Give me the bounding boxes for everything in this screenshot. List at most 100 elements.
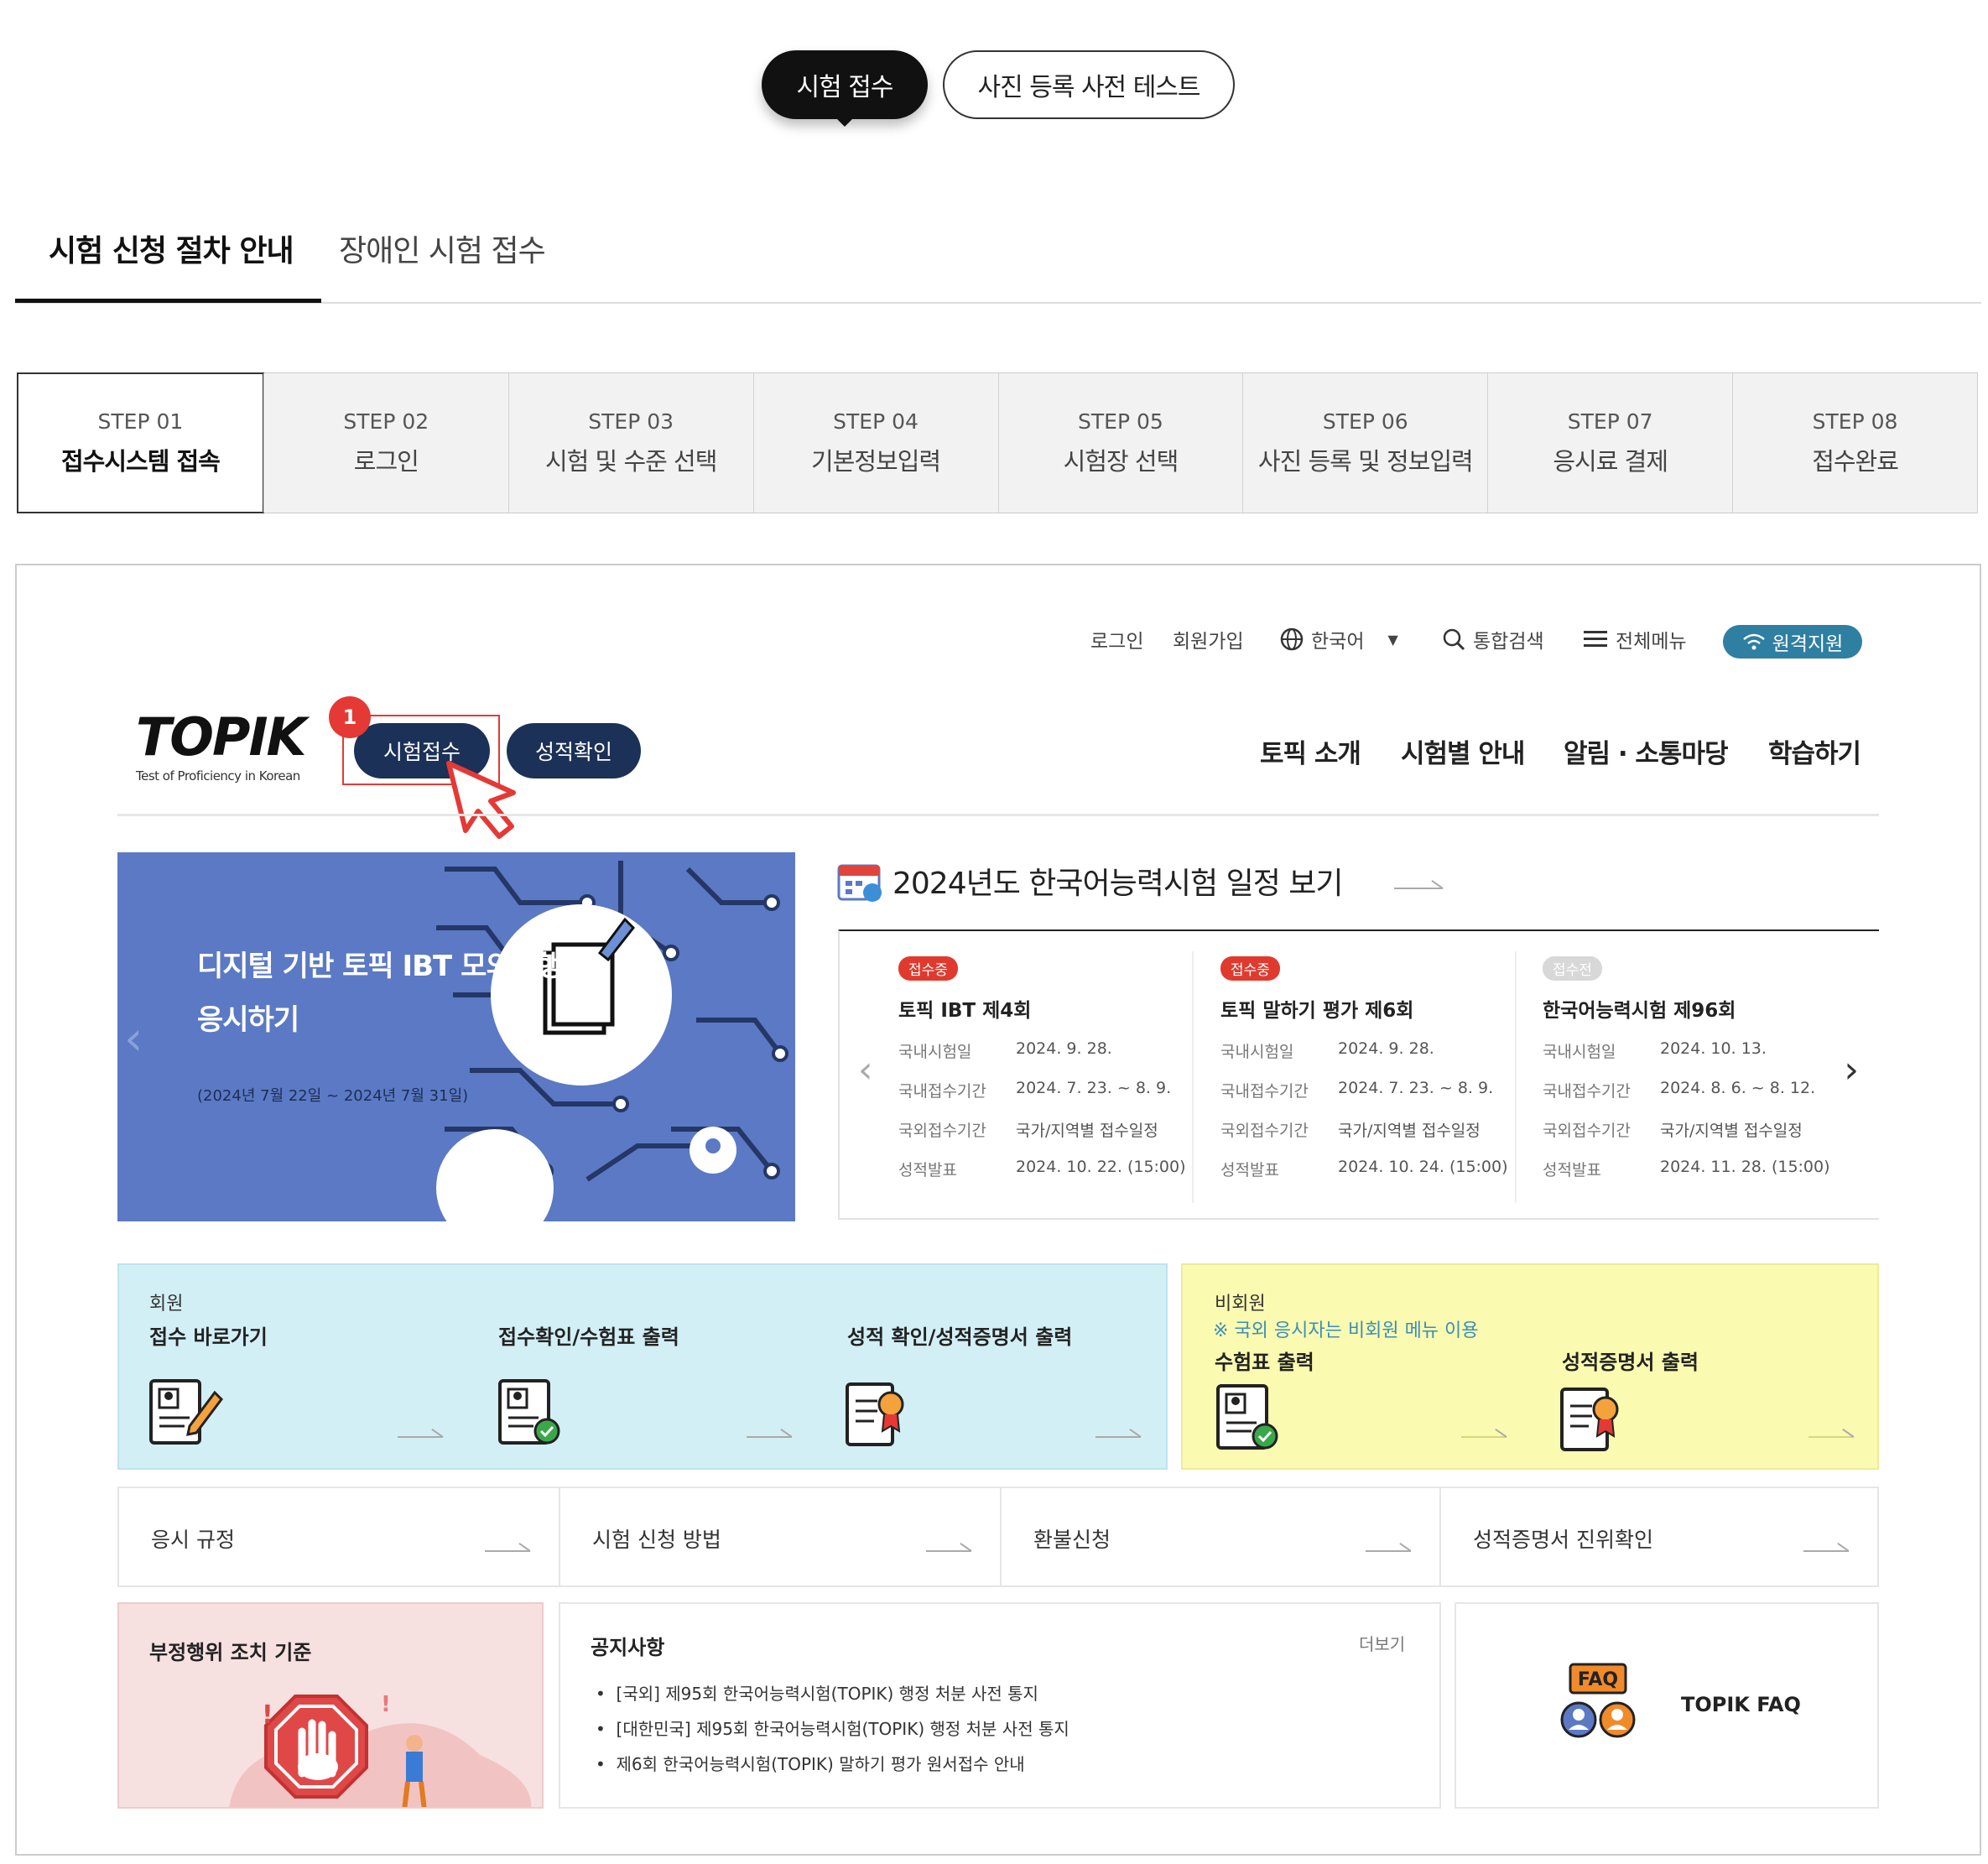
schedule-card-ibt[interactable]: 접수중 토픽 IBT 제4회 국내시험일 2024. 9. 28. 국내접수기간 2…	[898, 956, 1209, 1197]
exam-name: 토픽 말하기 평가 제6회	[1220, 1000, 1414, 1022]
faq-icon: FAQ	[1560, 1663, 1636, 1738]
tab-photo-pretest[interactable]: 사진 등록 사전 테스트	[943, 50, 1235, 119]
schedule-prev-icon[interactable]: ‹	[858, 1049, 873, 1091]
row-value: 2024. 7. 23. ~ 8. 9.	[1338, 1079, 1494, 1097]
member-ticket-link[interactable]: 접수확인/수험표 출력	[498, 1320, 679, 1350]
faq-card[interactable]	[1455, 1602, 1879, 1809]
member-apply-link[interactable]: 접수 바로가기	[149, 1320, 268, 1350]
nonmember-certificate-link[interactable]: 성적증명서 출력	[1562, 1346, 1699, 1375]
util-join-link[interactable]: 회원가입	[1173, 625, 1244, 653]
util-login-link[interactable]: 로그인	[1090, 625, 1143, 653]
faq-label: TOPIK FAQ	[1681, 1693, 1801, 1716]
step-5: STEP 05 시험장 선택	[997, 373, 1243, 513]
notice-item-text: [국외] 제95회 한국어능력시험(TOPIK) 행정 처분 사전 통지	[616, 1684, 1038, 1704]
language-label: 한국어	[1311, 631, 1365, 653]
row-key: 성적발표	[1220, 1161, 1279, 1179]
fraud-policy-card[interactable]: ! !	[117, 1602, 544, 1809]
arrow-right-icon	[1095, 1426, 1141, 1438]
member-score-link[interactable]: 성적 확인/성적증명서 출력	[847, 1320, 1072, 1350]
exam-name: 한국어능력시험 제96회	[1543, 1000, 1736, 1022]
certificate-icon	[1560, 1388, 1619, 1451]
notice-item[interactable]: • [대한민국] 제95회 한국어능력시험(TOPIK) 행정 처분 사전 통지	[596, 1711, 1069, 1747]
logo-mark: TOPIK	[136, 706, 307, 768]
row-value: 2024. 10. 13.	[1660, 1039, 1767, 1058]
step-number: STEP 04	[833, 409, 919, 434]
step-label: 기본정보입력	[811, 446, 941, 476]
tab-exam-registration[interactable]: 시험 접수	[762, 50, 928, 127]
step-3: STEP 03 시험 및 수준 선택	[507, 373, 753, 513]
gnb-exam-guide[interactable]: 시험별 안내	[1401, 732, 1525, 770]
svg-text:!: !	[262, 1700, 273, 1730]
arrow-right-icon	[1461, 1426, 1507, 1438]
step-number: STEP 01	[97, 409, 184, 434]
arrow-right-icon	[747, 1426, 792, 1438]
gnb-learning[interactable]: 학습하기	[1768, 732, 1861, 770]
schedule-card-speaking[interactable]: 접수중 토픽 말하기 평가 제6회 국내시험일 2024. 9. 28. 국내접수…	[1220, 956, 1531, 1197]
step-label: 응시료 결제	[1553, 446, 1668, 476]
step-label: 로그인	[353, 446, 419, 476]
member-quick-menu	[117, 1263, 1168, 1470]
link-certificate-verify[interactable]: 성적증명서 진위확인	[1439, 1487, 1879, 1587]
row-value: 2024. 9. 28.	[1016, 1039, 1112, 1058]
step-number: STEP 05	[1078, 409, 1163, 434]
step-8: STEP 08 접수완료	[1732, 373, 1977, 513]
banner-prev-arrow-icon[interactable]: ‹	[124, 1012, 143, 1066]
link-apply-method[interactable]: 시험 신청 방법	[559, 1487, 1002, 1587]
util-language-select[interactable]: 한국어 ▼	[1279, 625, 1398, 653]
nonmember-ticket-link[interactable]: 수험표 출력	[1215, 1346, 1314, 1375]
search-label: 통합검색	[1473, 631, 1544, 653]
notice-item-text: 제6회 한국어능력시험(TOPIK) 말하기 평가 원서접수 안내	[616, 1754, 1025, 1774]
banner-title-line2: 응시하기	[197, 1003, 299, 1037]
step-number: STEP 07	[1567, 409, 1653, 434]
arrow-right-icon	[926, 1540, 971, 1552]
ticket-check-icon	[1216, 1384, 1278, 1450]
arrow-right-icon	[1808, 1426, 1854, 1438]
schedule-title-link[interactable]: 2024년도 한국어능력시험 일정 보기	[893, 859, 1344, 903]
svg-text:!: !	[381, 1692, 391, 1717]
schedule-card-96th[interactable]: 접수전 한국어능력시험 제96회 국내시험일 2024. 10. 13. 국내접수…	[1543, 956, 1853, 1197]
topik-logo[interactable]: TOPIK Test of Proficiency in Korean	[136, 711, 329, 784]
util-search-link[interactable]: 통합검색	[1441, 625, 1544, 653]
status-badge: 접수중	[1220, 956, 1280, 981]
score-check-button[interactable]: 성적확인	[507, 723, 641, 778]
util-all-menu-link[interactable]: 전체메뉴	[1584, 625, 1687, 653]
step-label: 사진 등록 및 정보입력	[1257, 446, 1474, 476]
link-exam-rules[interactable]: 응시 규정	[117, 1487, 560, 1587]
step-label: 시험 및 수준 선택	[544, 446, 717, 476]
row-value: 2024. 7. 23. ~ 8. 9.	[1016, 1079, 1172, 1097]
hamburger-icon	[1584, 631, 1607, 647]
row-value: 2024. 9. 28.	[1338, 1039, 1434, 1058]
subtab-disabled[interactable]: 장애인 시험 접수	[339, 226, 546, 270]
row-key: 국외접수기간	[1220, 1122, 1309, 1140]
row-value: 국가/지역별 접수일정	[1660, 1122, 1803, 1140]
gnb-notice-community[interactable]: 알림 · 소통마당	[1564, 732, 1728, 770]
row-key: 성적발표	[898, 1161, 957, 1179]
banner-title-line1: 디지털 기반 토픽 IBT 모의시행	[197, 950, 563, 983]
step-label: 접수시스템 접속	[61, 446, 221, 476]
row-key: 국내시험일	[1543, 1043, 1616, 1061]
link-label: 응시 규정	[151, 1528, 235, 1552]
remote-support-button[interactable]: 원격지원	[1723, 625, 1862, 659]
link-refund[interactable]: 환불신청	[1000, 1487, 1441, 1587]
notice-more-link[interactable]: 더보기	[1359, 1631, 1405, 1655]
stop-hand-illustration: ! !	[229, 1692, 532, 1807]
link-label: 시험 신청 방법	[592, 1528, 721, 1552]
subtab-active-indicator	[15, 299, 321, 303]
step-number: STEP 08	[1812, 409, 1898, 434]
arrow-right-icon	[1366, 1540, 1411, 1552]
certificate-icon	[846, 1382, 904, 1446]
arrow-right-icon	[1803, 1540, 1849, 1552]
promo-banner[interactable]: 디지털 기반 토픽 IBT 모의시행 응시하기 (2024년 7월 22일 ~ …	[117, 852, 795, 1221]
notice-item[interactable]: • 제6회 한국어능력시험(TOPIK) 말하기 평가 원서접수 안내	[596, 1747, 1069, 1782]
subtab-procedure[interactable]: 시험 신청 절차 안내	[49, 226, 294, 270]
status-badge: 접수중	[898, 956, 958, 981]
schedule-more-arrow-icon[interactable]	[1394, 877, 1443, 889]
notice-item[interactable]: • [국외] 제95회 한국어능력시험(TOPIK) 행정 처분 사전 통지	[596, 1676, 1069, 1711]
gnb-topik-intro[interactable]: 토픽 소개	[1260, 732, 1361, 770]
member-label: 회원	[149, 1294, 184, 1315]
row-value: 2024. 11. 28. (15:00)	[1660, 1158, 1830, 1176]
exam-name: 토픽 IBT 제4회	[898, 1000, 1032, 1022]
caret-down-icon: ▼	[1387, 631, 1398, 648]
step-6: STEP 06 사진 등록 및 정보입력	[1242, 373, 1487, 513]
logo-subtitle: Test of Proficiency in Korean	[136, 768, 300, 784]
